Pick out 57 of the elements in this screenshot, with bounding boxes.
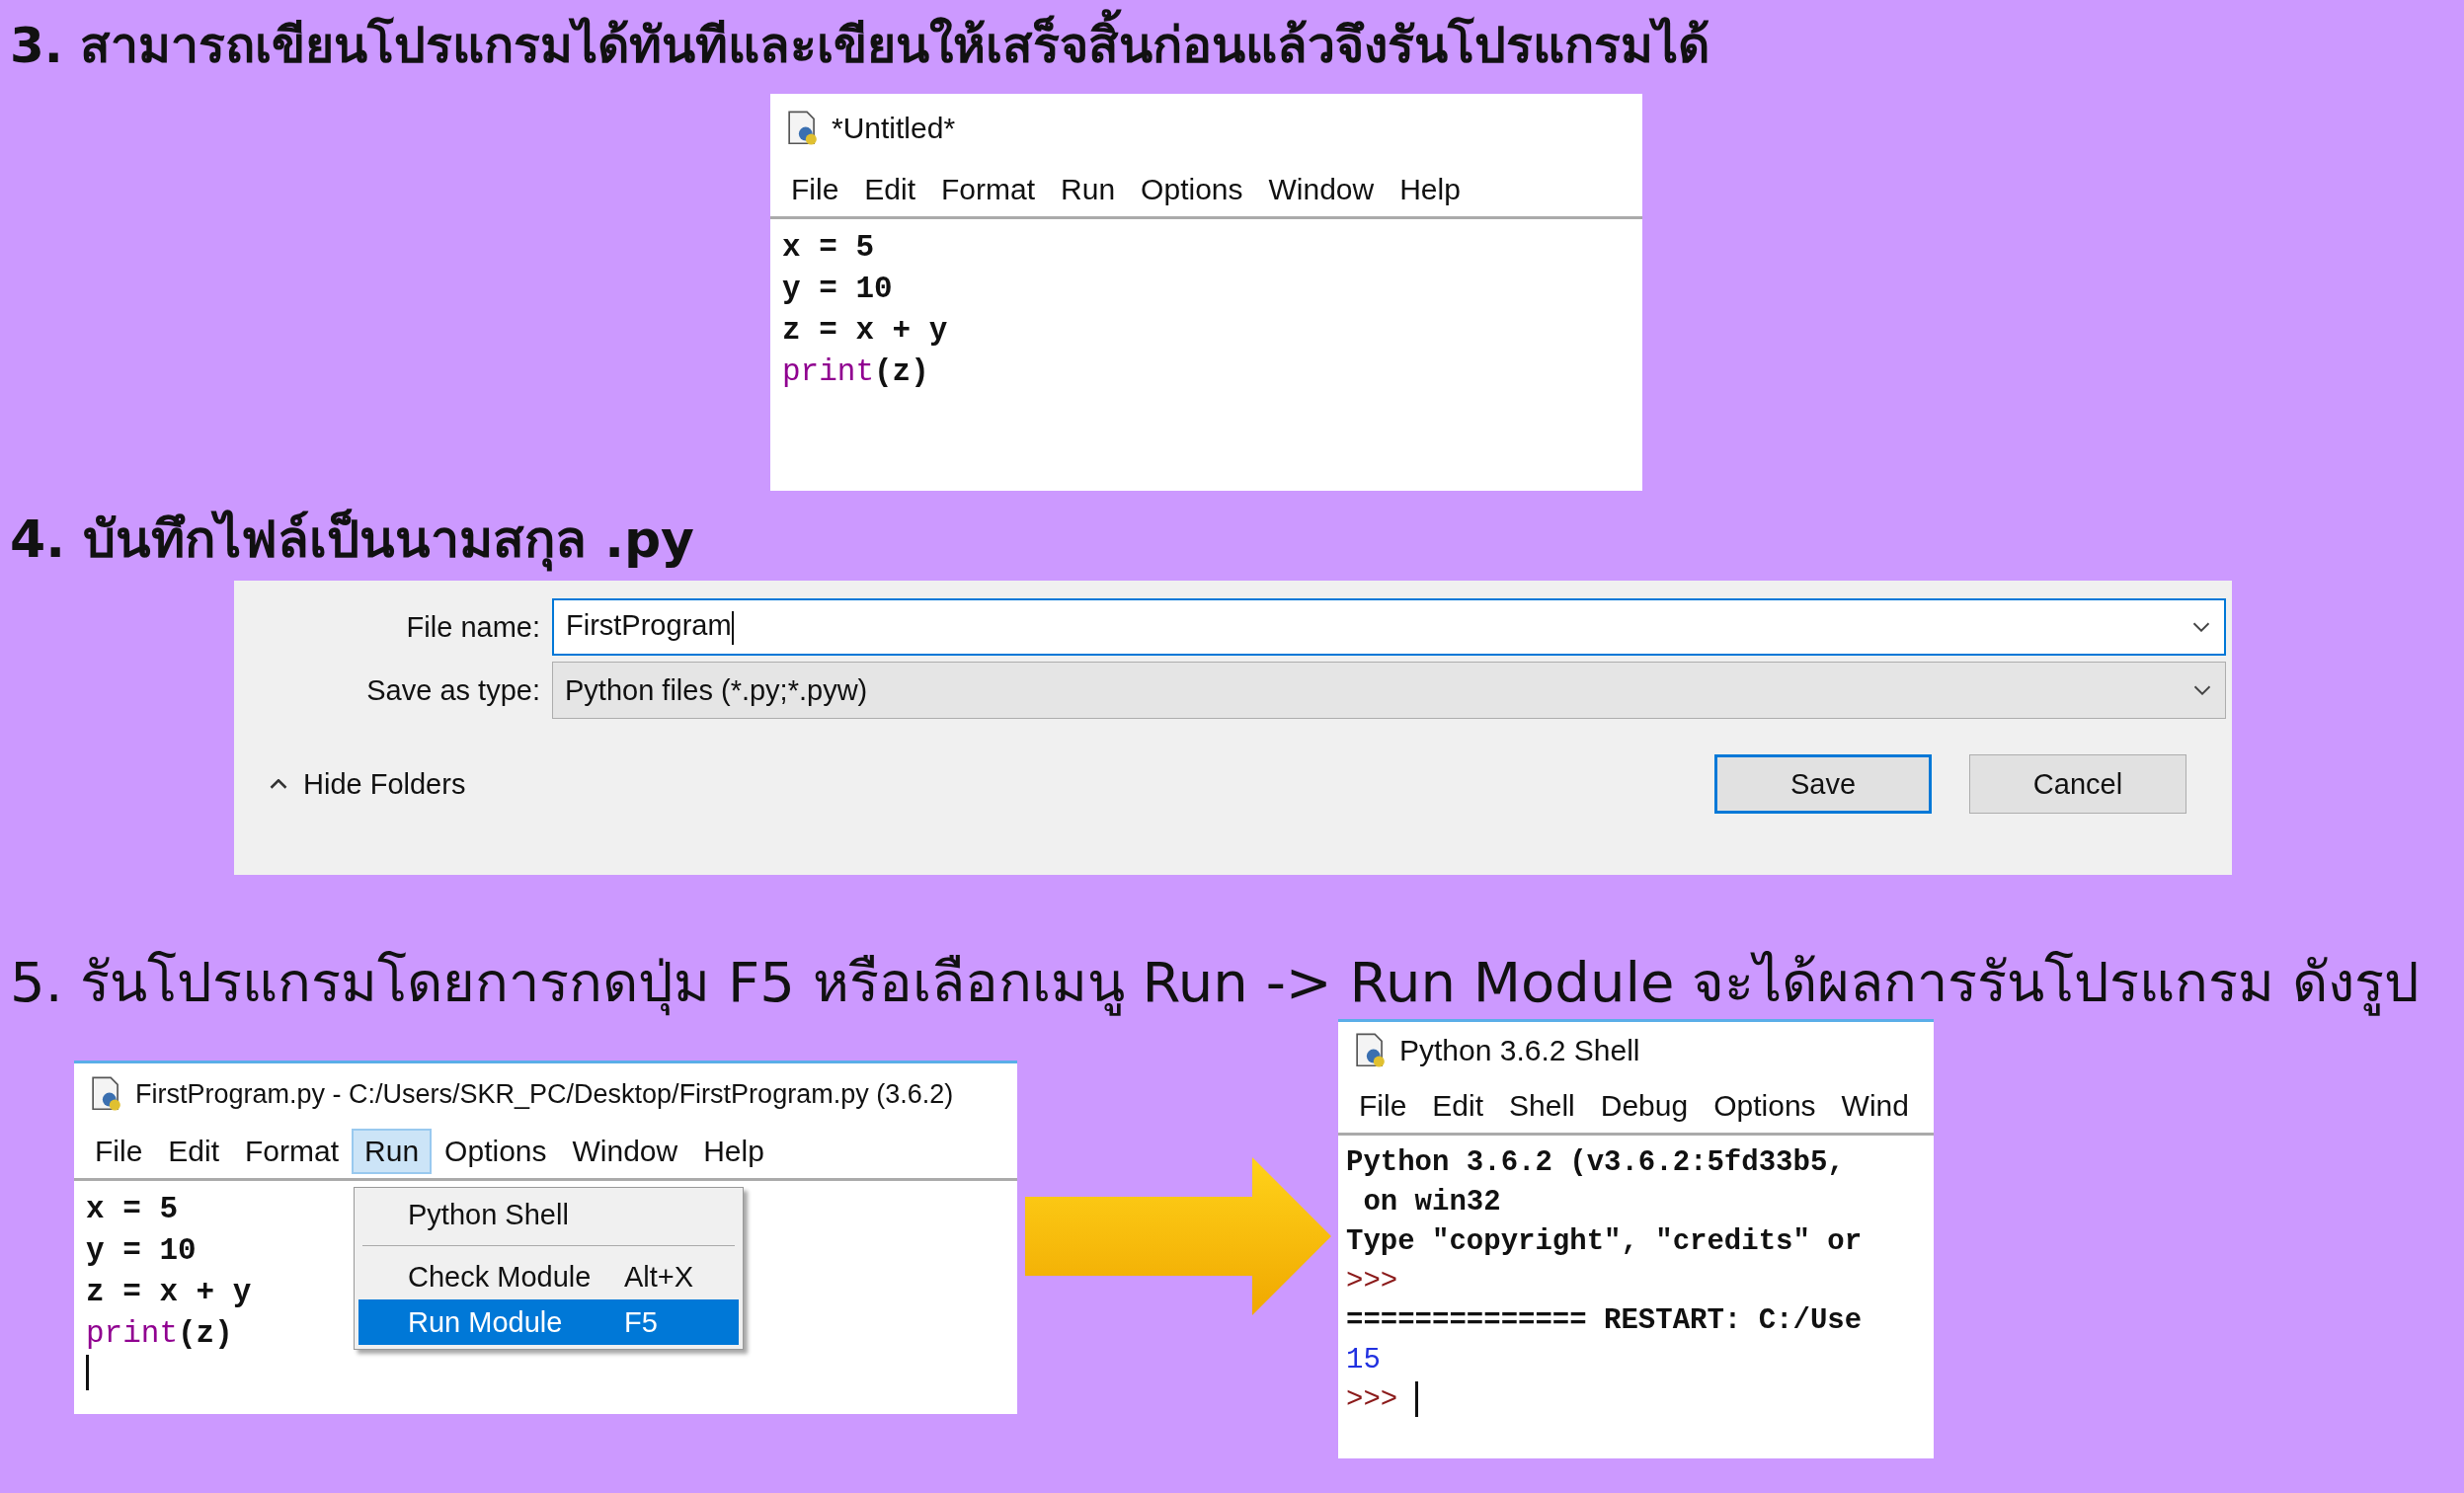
step-heading: 4. บันทึกไฟล์เป็นนามสกุล .py <box>10 495 2464 586</box>
menu-option[interactable]: Python Shell <box>358 1192 739 1237</box>
window-title: *Untitled* <box>832 112 956 145</box>
output-line: Type "copyright", "credits" or <box>1346 1224 1863 1260</box>
menu-item[interactable]: Wind <box>1828 1083 1922 1129</box>
field-label: Save as type: <box>365 673 540 707</box>
document-icon <box>1354 1033 1388 1068</box>
file-name-field[interactable]: FirstProgram <box>552 598 2226 656</box>
menu-item[interactable]: Options <box>432 1129 560 1174</box>
code-line: y = 10 <box>86 1232 197 1270</box>
code-line: z = x + y <box>782 312 948 350</box>
menu-item[interactable]: Debug <box>1587 1083 1702 1129</box>
menu-item[interactable]: File <box>1346 1083 1420 1129</box>
menu-item[interactable]: Format <box>928 167 1049 212</box>
menu-item[interactable]: Options <box>1701 1083 1829 1129</box>
menu-item[interactable]: File <box>82 1129 156 1174</box>
code-line: print(z) <box>86 1315 233 1353</box>
chevron-down-icon <box>2192 622 2210 632</box>
menu-item[interactable]: Run <box>1048 167 1129 212</box>
window-title: FirstProgram.py - C:/Users/SKR_PC/Desktop/FirstProgram.py (3.6.2) <box>135 1078 954 1110</box>
menu-item[interactable]: Edit <box>851 167 929 212</box>
code-line: print(z) <box>782 354 929 391</box>
menu-item[interactable]: File <box>778 167 852 212</box>
code-line: x = 5 <box>86 1191 178 1228</box>
code-line: y = 10 <box>782 271 893 308</box>
menu-item[interactable]: Format <box>232 1129 353 1174</box>
output-line: >>> <box>1346 1264 1398 1299</box>
output-line: >>> <box>1346 1380 1418 1420</box>
output-line: ============== RESTART: C:/Use <box>1346 1303 1863 1339</box>
dialog-button[interactable]: Cancel <box>1969 754 2186 814</box>
menu-item[interactable]: Shell <box>1496 1083 1588 1129</box>
code-line: x = 5 <box>782 229 874 267</box>
menu-item[interactable]: Edit <box>1419 1083 1497 1129</box>
hide-folders-button[interactable]: Hide Folders <box>264 766 472 802</box>
document-icon <box>786 111 820 146</box>
window-title: Python 3.6.2 Shell <box>1399 1034 1640 1067</box>
menu-item[interactable]: Options <box>1128 167 1256 212</box>
output-line: 15 <box>1346 1343 1381 1378</box>
chevron-up-icon <box>270 779 287 789</box>
document-icon <box>90 1076 123 1112</box>
menu-item[interactable]: Window <box>1255 167 1388 212</box>
output-line: Python 3.6.2 (v3.6.2:5fd33b5, <box>1346 1145 1845 1181</box>
step-heading: 3. สามารถเขียนโปรแกรมได้ทันทีและเขียนให้เสร็จสิ้นก่อนแล้วจึงรันโปรแกรมได้ <box>10 0 2464 91</box>
menu-item[interactable]: Help <box>690 1129 777 1174</box>
menu-item[interactable]: Edit <box>155 1129 233 1174</box>
code-line: z = x + y <box>86 1274 252 1311</box>
dialog-button[interactable]: Save <box>1714 754 1932 814</box>
output-line: on win32 <box>1362 1185 1501 1220</box>
menu-option[interactable]: Check Module Alt+X <box>358 1254 739 1299</box>
file-type-dropdown[interactable]: Python files (*.py;*.pyw) <box>552 662 2226 719</box>
chevron-down-icon <box>2193 685 2211 695</box>
menu-option[interactable]: Run Module F5 <box>358 1299 739 1345</box>
field-label: File name: <box>405 610 540 644</box>
menu-item[interactable]: Run <box>352 1129 433 1174</box>
step-heading: 5. รันโปรแกรมโดยการกดปุ่ม F5 หรือเลือกเมนู Run -> Run Module จะได้ผลการรันโปรแกรม ดังรูป <box>10 949 2421 1018</box>
menu-item[interactable]: Window <box>559 1129 691 1174</box>
menu-item[interactable]: Help <box>1387 167 1473 212</box>
